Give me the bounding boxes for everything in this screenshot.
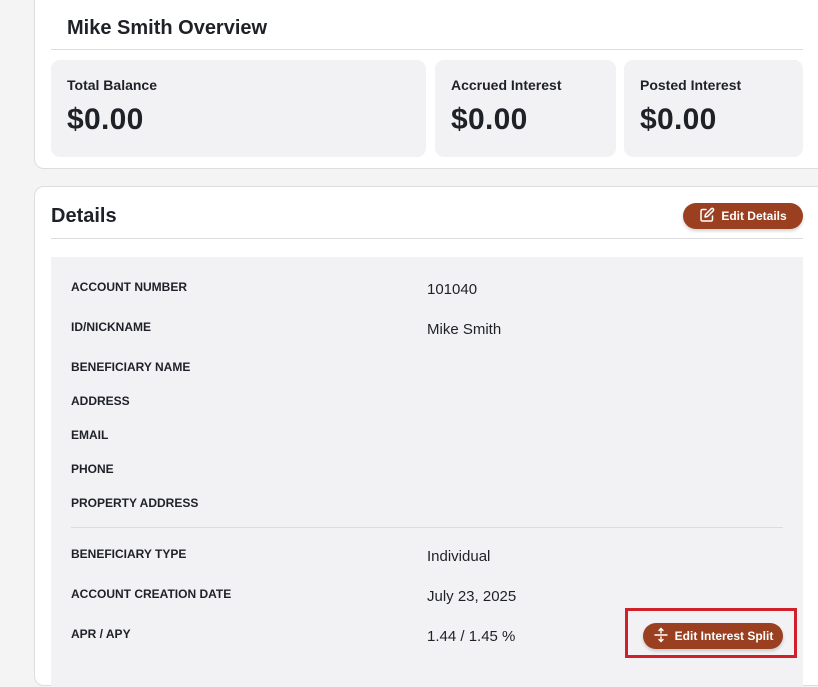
row-label-creation-date: ACCOUNT CREATION DATE xyxy=(71,587,232,601)
posted-interest-value: $0.00 xyxy=(640,103,717,136)
row-label-account-number: ACCOUNT NUMBER xyxy=(71,280,187,294)
accrued-interest-value: $0.00 xyxy=(451,103,528,136)
row-value-apr-apy: 1.44 / 1.45 % xyxy=(427,628,516,645)
edit-details-button[interactable]: Edit Details xyxy=(683,203,803,229)
details-card: Details Edit Details ACCOUNT NUMBER 1010… xyxy=(34,186,818,687)
edit-icon xyxy=(699,207,715,226)
row-label-property-address: PROPERTY ADDRESS xyxy=(71,496,199,510)
edit-details-label: Edit Details xyxy=(721,209,787,223)
details-divider xyxy=(51,238,803,239)
row-label-address: ADDRESS xyxy=(71,394,130,408)
total-balance-card: Total Balance $0.00 xyxy=(51,60,426,157)
row-label-apr-apy: APR / APY xyxy=(71,627,131,641)
posted-interest-label: Posted Interest xyxy=(640,77,742,93)
accrued-interest-card: Accrued Interest $0.00 xyxy=(435,60,616,157)
overview-divider xyxy=(51,49,803,50)
posted-interest-card: Posted Interest $0.00 xyxy=(624,60,803,157)
edit-interest-split-button[interactable]: Edit Interest Split xyxy=(643,623,783,649)
edit-interest-split-label: Edit Interest Split xyxy=(674,629,774,643)
row-label-nickname: ID/NICKNAME xyxy=(71,320,151,334)
row-value-nickname: Mike Smith xyxy=(427,321,502,338)
row-label-beneficiary-type: BENEFICIARY TYPE xyxy=(71,547,187,561)
row-value-account-number: 101040 xyxy=(427,281,478,298)
row-label-beneficiary-name: BENEFICIARY NAME xyxy=(71,360,191,374)
row-value-beneficiary-type: Individual xyxy=(427,548,491,565)
row-value-creation-date: July 23, 2025 xyxy=(427,588,517,605)
accrued-interest-label: Accrued Interest xyxy=(451,77,562,93)
split-vertical-icon xyxy=(653,627,669,646)
overview-card: Mike Smith Overview Total Balance $0.00 … xyxy=(34,0,818,169)
total-balance-value: $0.00 xyxy=(67,103,144,136)
panel-divider xyxy=(71,527,783,528)
details-title: Details xyxy=(51,205,117,227)
details-panel: ACCOUNT NUMBER 101040 ID/NICKNAME Mike S… xyxy=(51,257,803,687)
row-label-email: EMAIL xyxy=(71,428,109,442)
row-label-phone: PHONE xyxy=(71,462,114,476)
total-balance-label: Total Balance xyxy=(67,77,157,93)
overview-title: Mike Smith Overview xyxy=(67,17,268,39)
